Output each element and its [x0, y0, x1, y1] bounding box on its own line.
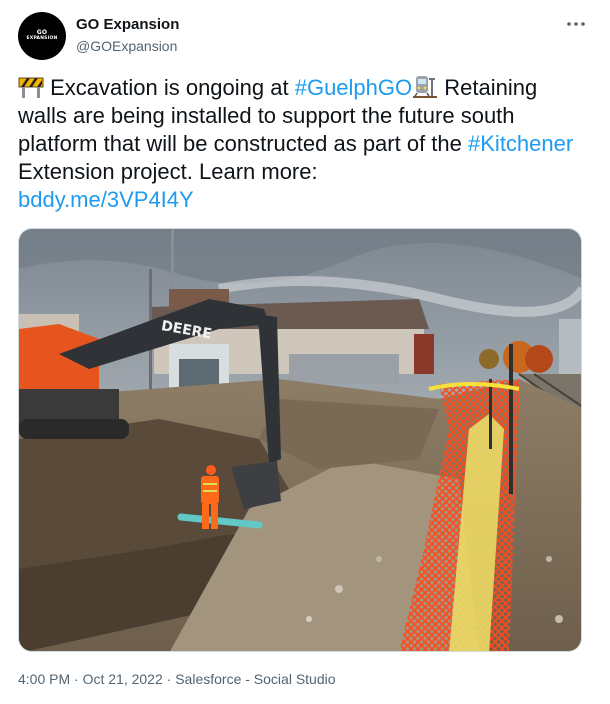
author-display-name[interactable]: GO Expansion	[76, 15, 179, 35]
tweet-photo[interactable]: DEERE	[18, 228, 582, 652]
excavation-photo-image: DEERE	[19, 229, 581, 651]
meta-separator: ·	[74, 671, 79, 687]
railway-station-emoji	[413, 76, 438, 99]
meta-separator: ·	[166, 671, 172, 687]
hashtag-kitchener-link[interactable]: #Kitchener	[468, 131, 573, 156]
author-block: GO Expansion @GOExpansion	[76, 15, 179, 56]
avatar-text-expansion: EXPANSION	[26, 36, 58, 42]
tweet-card: GO EXPANSION GO Expansion @GOExpansion E…	[0, 0, 610, 704]
tweet-source[interactable]: Salesforce - Social Studio	[175, 671, 335, 687]
more-options-button[interactable]	[564, 14, 588, 34]
tweet-date[interactable]: Oct 21, 2022	[83, 671, 163, 687]
avatar[interactable]: GO EXPANSION	[18, 12, 66, 60]
tweet-text-part1: Excavation is ongoing at	[44, 75, 295, 100]
learn-more-link[interactable]: bddy.me/3VP4I4Y	[18, 187, 194, 212]
tweet-text: Excavation is ongoing at #GuelphGO Retai…	[18, 74, 588, 214]
tweet-text-part3: Extension project. Learn more:	[18, 159, 318, 184]
tweet-meta: 4:00 PM · Oct 21, 2022 · Salesforce - So…	[18, 670, 336, 688]
hashtag-guelphgo-link[interactable]: #GuelphGO	[295, 75, 412, 100]
construction-barrier-emoji	[18, 77, 44, 98]
tweet-time[interactable]: 4:00 PM	[18, 671, 70, 687]
author-handle[interactable]: @GOExpansion	[76, 36, 179, 56]
more-horizontal-icon	[567, 22, 585, 26]
